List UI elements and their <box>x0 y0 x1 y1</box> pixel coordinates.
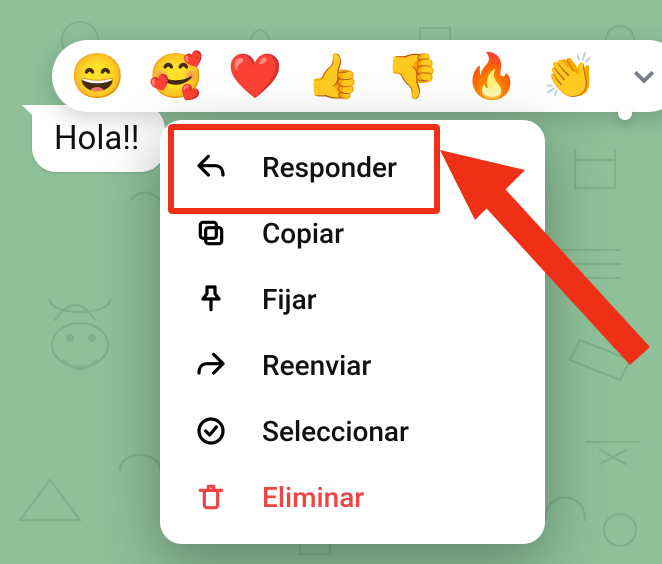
menu-item-delete[interactable]: Eliminar <box>160 464 545 530</box>
reply-icon <box>194 150 228 184</box>
menu-item-label: Seleccionar <box>262 415 409 448</box>
reaction-heart[interactable]: ❤️ <box>228 54 283 98</box>
chevron-down-icon <box>629 61 659 91</box>
reaction-bar-tail <box>618 106 632 120</box>
reaction-thumbs-up[interactable]: 👍 <box>306 54 361 98</box>
reaction-bar: 😄 🥰 ❤️ 👍 👎 🔥 👏 <box>52 40 662 112</box>
trash-icon <box>194 480 228 514</box>
menu-item-label: Copiar <box>262 217 344 250</box>
reaction-more-button[interactable] <box>622 54 662 98</box>
menu-item-label: Fijar <box>262 283 317 316</box>
menu-item-label: Responder <box>262 151 397 184</box>
reaction-heart-face[interactable]: 🥰 <box>149 54 204 98</box>
forward-icon <box>194 348 228 382</box>
menu-item-label: Eliminar <box>262 481 364 514</box>
reaction-clap[interactable]: 👏 <box>543 54 598 98</box>
message-bubble[interactable]: Hola!! <box>32 105 165 172</box>
menu-item-copy[interactable]: Copiar <box>160 200 545 266</box>
reaction-fire[interactable]: 🔥 <box>464 54 519 98</box>
pin-icon <box>194 282 228 316</box>
message-text: Hola!! <box>54 119 139 158</box>
menu-item-forward[interactable]: Reenviar <box>160 332 545 398</box>
menu-item-label: Reenviar <box>262 349 371 382</box>
reaction-grin[interactable]: 😄 <box>70 54 125 98</box>
copy-icon <box>194 216 228 250</box>
context-menu: Responder Copiar Fijar Reenviar Seleccio… <box>160 120 545 544</box>
reaction-thumbs-down[interactable]: 👎 <box>385 54 440 98</box>
menu-item-select[interactable]: Seleccionar <box>160 398 545 464</box>
menu-item-pin[interactable]: Fijar <box>160 266 545 332</box>
menu-item-reply[interactable]: Responder <box>160 134 545 200</box>
select-icon <box>194 414 228 448</box>
